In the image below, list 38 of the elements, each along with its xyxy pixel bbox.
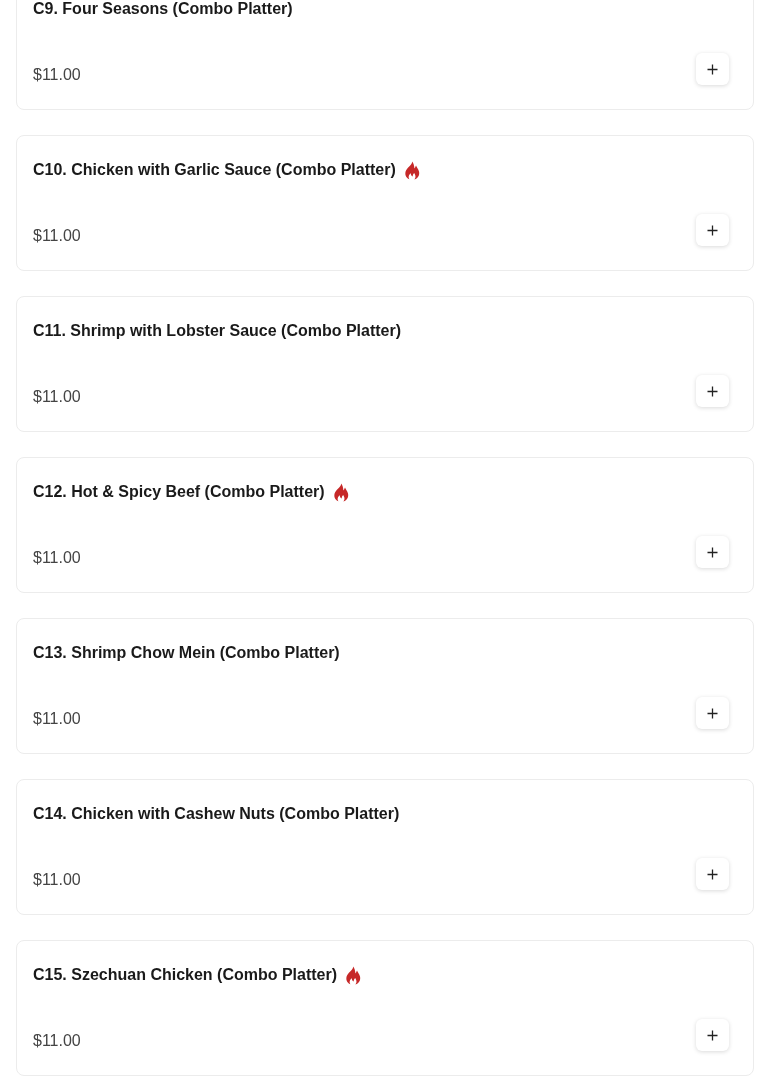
plus-icon (707, 868, 718, 880)
add-button[interactable] (696, 858, 729, 890)
flame-icon (345, 965, 362, 985)
add-button[interactable] (696, 375, 729, 407)
menu-item-card[interactable]: C14. Chicken with Cashew Nuts (Combo Platter) $11.00 (16, 779, 754, 915)
item-price: $11.00 (33, 65, 81, 85)
item-price: $11.00 (33, 1031, 81, 1051)
item-price: $11.00 (33, 709, 81, 729)
item-name: C11. Shrimp with Lobster Sauce (Combo Platter) (33, 321, 402, 341)
flame-icon (403, 160, 420, 180)
add-button[interactable] (696, 536, 729, 568)
menu-item-card[interactable]: C9. Four Seasons (Combo Platter) $11.00 (16, 0, 754, 110)
item-price: $11.00 (33, 870, 81, 890)
plus-icon (707, 385, 718, 397)
plus-icon (707, 224, 718, 236)
plus-icon (707, 546, 718, 558)
item-price: $11.00 (33, 387, 81, 407)
item-name: C14. Chicken with Cashew Nuts (Combo Platter) (33, 804, 400, 824)
menu-item-card[interactable]: C10. Chicken with Garlic Sauce (Combo Platter) $11.00 (16, 135, 754, 271)
menu-item-card[interactable]: C15. Szechuan Chicken (Combo Platter) $11.00 (16, 940, 754, 1076)
menu-item-card[interactable]: C12. Hot & Spicy Beef (Combo Platter) $11.00 (16, 457, 754, 593)
plus-icon (707, 63, 718, 75)
add-button[interactable] (696, 53, 729, 85)
plus-icon (707, 1029, 718, 1041)
item-name: C10. Chicken with Garlic Sauce (Combo Platter) (33, 160, 396, 180)
item-name: C15. Szechuan Chicken (Combo Platter) (33, 965, 338, 985)
add-button[interactable] (696, 214, 729, 246)
item-price: $11.00 (33, 548, 81, 568)
item-name: C9. Four Seasons (Combo Platter) (33, 0, 293, 19)
add-button[interactable] (696, 697, 729, 729)
menu-item-card[interactable]: C13. Shrimp Chow Mein (Combo Platter) $11.00 (16, 618, 754, 754)
menu-item-card[interactable]: C11. Shrimp with Lobster Sauce (Combo Platter) $11.00 (16, 296, 754, 432)
add-button[interactable] (696, 1019, 729, 1051)
plus-icon (707, 707, 718, 719)
item-name: C13. Shrimp Chow Mein (Combo Platter) (33, 643, 340, 663)
item-price: $11.00 (33, 226, 81, 246)
flame-icon (332, 482, 349, 502)
item-name: C12. Hot & Spicy Beef (Combo Platter) (33, 482, 325, 502)
